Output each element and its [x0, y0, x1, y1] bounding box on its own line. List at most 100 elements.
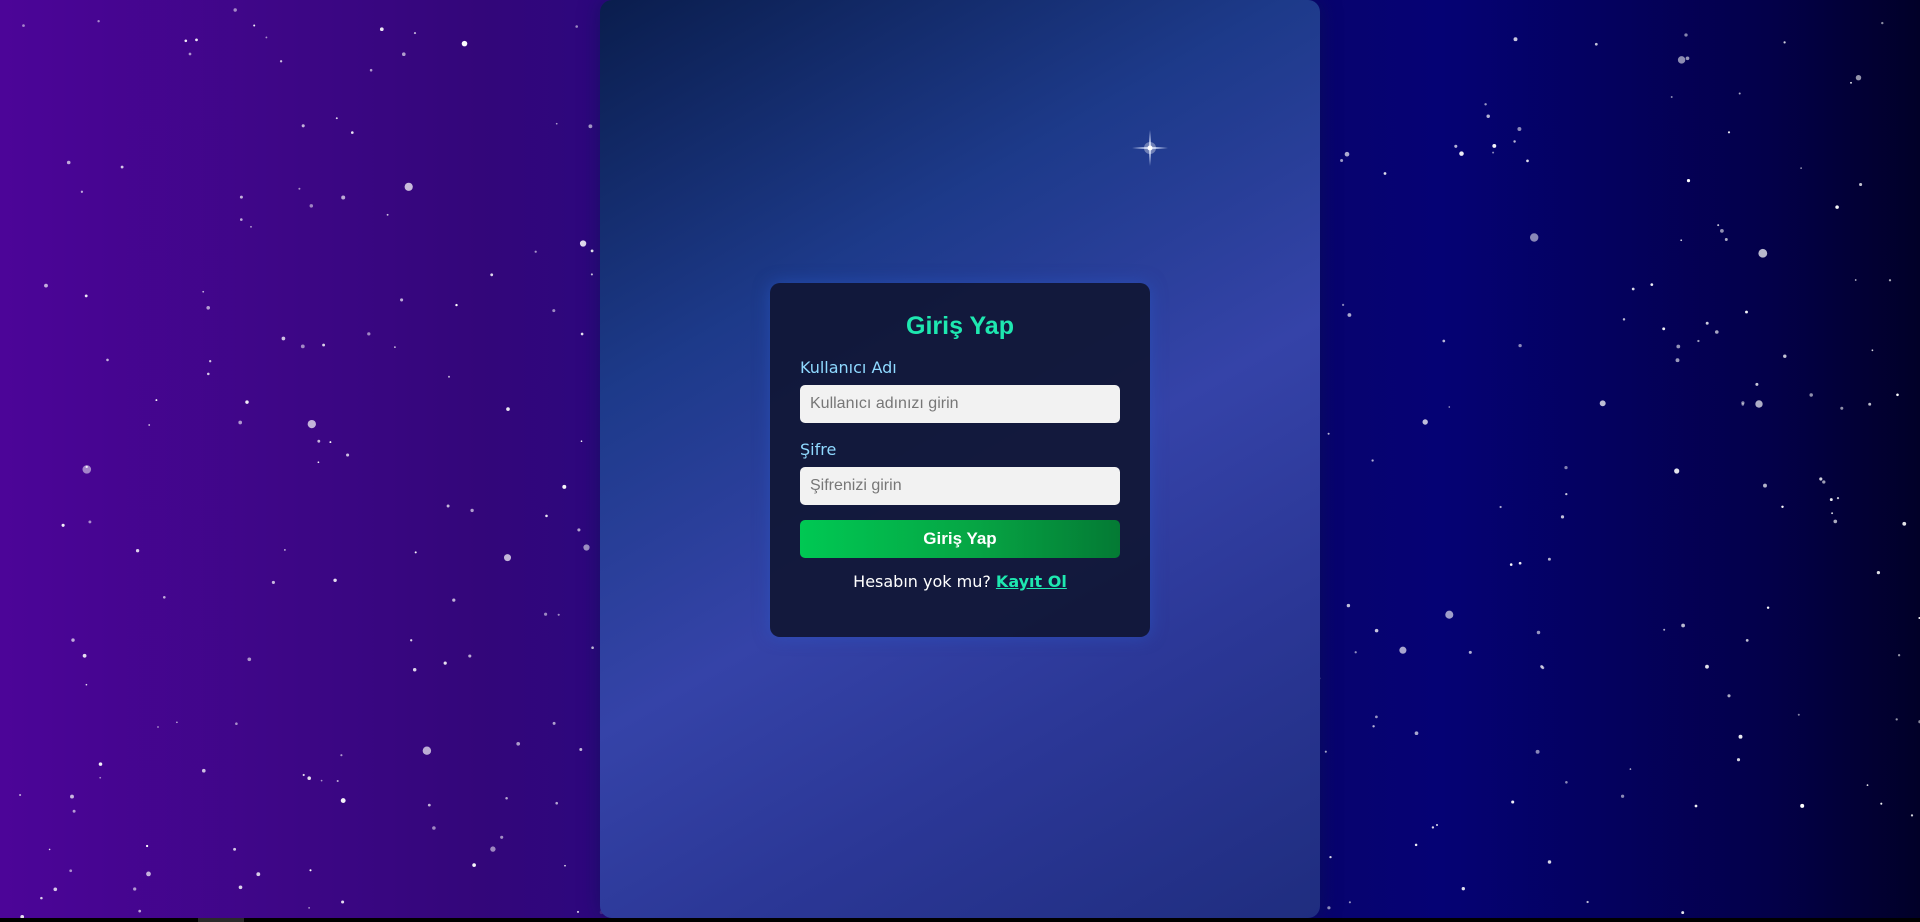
star	[256, 872, 261, 877]
star	[84, 294, 88, 298]
star	[61, 523, 65, 527]
star	[298, 187, 301, 190]
star	[1499, 505, 1502, 509]
star	[71, 638, 75, 642]
star	[394, 346, 396, 348]
star	[1375, 715, 1378, 719]
star	[336, 779, 339, 783]
star	[340, 754, 343, 757]
star	[1454, 144, 1458, 148]
username-label: Kullanıcı Adı	[800, 358, 897, 377]
star	[470, 508, 474, 513]
star	[195, 38, 198, 42]
star	[1674, 468, 1680, 474]
star	[583, 544, 590, 551]
star	[1448, 406, 1451, 408]
star	[580, 440, 583, 443]
star	[53, 887, 58, 892]
star	[1594, 42, 1598, 46]
star	[19, 793, 22, 797]
star	[410, 639, 413, 642]
star	[1517, 127, 1522, 131]
star	[163, 596, 166, 599]
star	[1745, 639, 1749, 642]
star	[1341, 303, 1345, 307]
star	[1738, 92, 1741, 95]
star	[1686, 179, 1691, 183]
star	[1422, 419, 1428, 425]
star	[1758, 248, 1768, 258]
star	[1492, 143, 1497, 148]
star	[1797, 713, 1800, 716]
star	[1662, 327, 1666, 331]
star	[250, 225, 252, 228]
star	[1329, 855, 1332, 859]
star	[1876, 570, 1881, 575]
star	[69, 869, 73, 873]
star	[1324, 750, 1327, 753]
password-input[interactable]	[800, 467, 1120, 505]
star	[579, 748, 583, 751]
login-button[interactable]: Giriş Yap	[800, 520, 1120, 558]
star	[72, 809, 76, 813]
star	[80, 190, 84, 193]
star	[1705, 321, 1709, 325]
star	[340, 798, 346, 804]
star	[500, 835, 504, 839]
star	[1327, 432, 1330, 435]
star	[1868, 402, 1872, 406]
star	[432, 826, 436, 830]
star	[341, 900, 345, 904]
star	[1445, 610, 1454, 619]
star	[133, 887, 137, 891]
star	[302, 773, 305, 777]
star	[176, 721, 178, 724]
star	[155, 399, 158, 402]
star	[309, 204, 314, 208]
star	[97, 19, 100, 23]
star	[1354, 651, 1357, 654]
star	[575, 25, 578, 28]
star	[238, 420, 243, 425]
star	[564, 864, 566, 867]
star	[1681, 911, 1685, 915]
star	[1372, 725, 1375, 728]
star	[1371, 459, 1374, 462]
star	[271, 580, 275, 584]
star	[402, 52, 406, 56]
star	[239, 195, 243, 199]
star	[1346, 603, 1351, 608]
star	[247, 657, 252, 662]
star	[98, 762, 103, 766]
star	[1800, 803, 1805, 808]
star	[1902, 521, 1907, 526]
star	[66, 160, 71, 165]
username-input[interactable]	[800, 385, 1120, 423]
star	[1715, 330, 1719, 334]
star	[490, 273, 494, 277]
star	[1518, 343, 1522, 348]
star	[367, 332, 371, 336]
star	[1763, 483, 1767, 488]
star	[1720, 229, 1724, 233]
star	[552, 721, 556, 725]
star	[1518, 561, 1522, 565]
star	[1836, 497, 1840, 500]
star	[1766, 606, 1770, 609]
star	[1484, 103, 1487, 106]
horizontal-scrollbar[interactable]	[0, 918, 1920, 922]
star	[379, 27, 384, 32]
star	[85, 683, 88, 686]
star	[1895, 718, 1898, 721]
star	[1327, 906, 1331, 910]
star	[504, 554, 511, 562]
register-link[interactable]: Kayıt Ol	[996, 572, 1067, 591]
star	[335, 117, 338, 120]
password-label: Şifre	[800, 440, 837, 459]
star	[209, 360, 212, 363]
star	[577, 528, 581, 532]
star	[505, 796, 508, 800]
star	[146, 871, 151, 877]
star	[148, 424, 151, 426]
scrollbar-thumb[interactable]	[198, 918, 244, 922]
